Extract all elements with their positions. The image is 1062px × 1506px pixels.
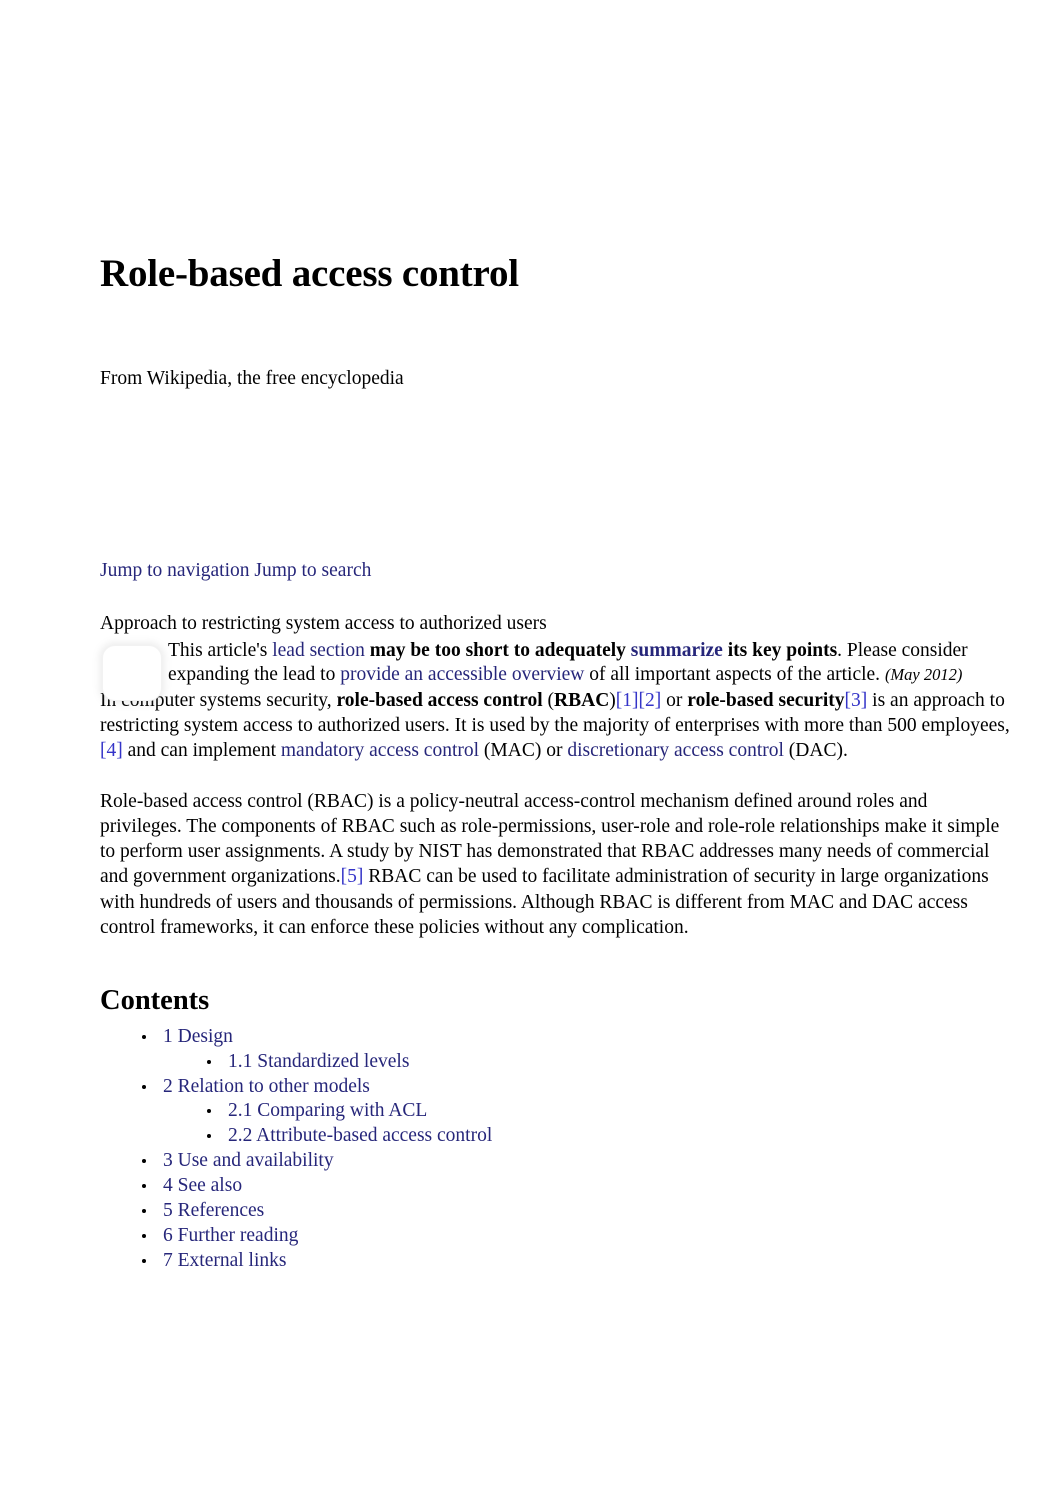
second-paragraph: Role-based access control (RBAC) is a po…	[100, 789, 1012, 939]
short-description: Approach to restricting system access to…	[100, 613, 547, 635]
jump-links: Jump to navigation Jump to search	[100, 558, 1012, 583]
lead-bold-rbac-abbr: RBAC	[554, 690, 610, 712]
article-issue-hatnote: This article's lead section may be too s…	[100, 639, 1012, 701]
toc-link[interactable]: 4 See also	[163, 1175, 242, 1196]
toc-item[interactable]: 6 Further reading	[100, 1224, 1012, 1249]
lead-text-d: or	[661, 690, 688, 712]
article-issue-icon	[102, 644, 162, 701]
toc-link[interactable]: 2.1 Comparing with ACL	[228, 1100, 427, 1121]
lead-bold-rbac-full: role-based access control	[336, 690, 543, 712]
hatnote-bold-2: its key points	[722, 639, 838, 661]
summarize-link[interactable]: summarize	[631, 640, 723, 661]
hatnote-text-4: of all important aspects of the article.	[584, 664, 885, 686]
title-spacer	[100, 296, 1012, 366]
page-title: Role-based access control	[100, 252, 519, 295]
lead-text-f: and can implement	[122, 740, 281, 762]
lead-text-g: (MAC) or	[479, 740, 568, 762]
jump-to-search-link[interactable]: Jump to search	[254, 560, 371, 581]
lead-text-h: (DAC).	[783, 740, 848, 762]
lead-text-b: (	[542, 690, 555, 712]
hatnote-text-1: This article's	[168, 639, 273, 661]
mandatory-access-control-link[interactable]: mandatory access control	[281, 740, 479, 761]
toc-link[interactable]: 2.2 Attribute-based access control	[228, 1125, 492, 1146]
article-page: Role-based access control From Wikipedia…	[0, 0, 1062, 1506]
toc-link[interactable]: 5 References	[163, 1200, 264, 1221]
toc-item[interactable]: 2.1 Comparing with ACL	[100, 1099, 1012, 1124]
toc-link[interactable]: 2 Relation to other models	[163, 1076, 370, 1097]
toc-item[interactable]: 4 See also	[100, 1174, 1012, 1199]
toc-item[interactable]: 3 Use and availability	[100, 1149, 1012, 1174]
lead-section-link[interactable]: lead section	[272, 640, 365, 661]
hatnote-date: (May 2012)	[884, 665, 963, 685]
toc-item[interactable]: 7 External links	[100, 1249, 1012, 1274]
lead-paragraph: In computer systems security, role-based…	[100, 688, 1012, 763]
jump-to-navigation-link[interactable]: Jump to navigation	[100, 560, 250, 581]
site-tagline: From Wikipedia, the free encyclopedia	[100, 367, 404, 389]
contents-heading: Contents	[100, 984, 210, 1016]
page-top-spacer	[100, 0, 1012, 252]
toc-link[interactable]: 1 Design	[163, 1026, 233, 1047]
toc-link[interactable]: 6 Further reading	[163, 1225, 298, 1246]
hatnote-bold-1: may be too short to adequately	[369, 639, 631, 661]
citation-4[interactable]: [4]	[100, 740, 123, 761]
citation-3[interactable]: [3]	[845, 690, 868, 711]
toc-link[interactable]: 7 External links	[163, 1250, 286, 1271]
toc-item[interactable]: 2 Relation to other models	[100, 1075, 1012, 1100]
toc-link[interactable]: 1.1 Standardized levels	[228, 1051, 409, 1072]
citation-1[interactable]: [1]	[616, 690, 639, 711]
toc-item[interactable]: 1 Design	[100, 1025, 1012, 1050]
lead-bold-role-based-security: role-based security	[687, 690, 845, 712]
toc-item[interactable]: 2.2 Attribute-based access control	[100, 1124, 1012, 1149]
toc-link[interactable]: 3 Use and availability	[163, 1150, 334, 1171]
accessible-overview-link[interactable]: provide an accessible overview	[340, 664, 584, 685]
toc-item[interactable]: 1.1 Standardized levels	[100, 1050, 1012, 1075]
citation-2[interactable]: [2]	[639, 690, 662, 711]
citation-5[interactable]: [5]	[341, 866, 364, 887]
toc-item[interactable]: 5 References	[100, 1199, 1012, 1224]
discretionary-access-control-link[interactable]: discretionary access control	[567, 740, 784, 761]
table-of-contents: 1 Design 1.1 Standardized levels 2 Relat…	[100, 1025, 1012, 1274]
tagline-spacer	[100, 391, 1012, 558]
